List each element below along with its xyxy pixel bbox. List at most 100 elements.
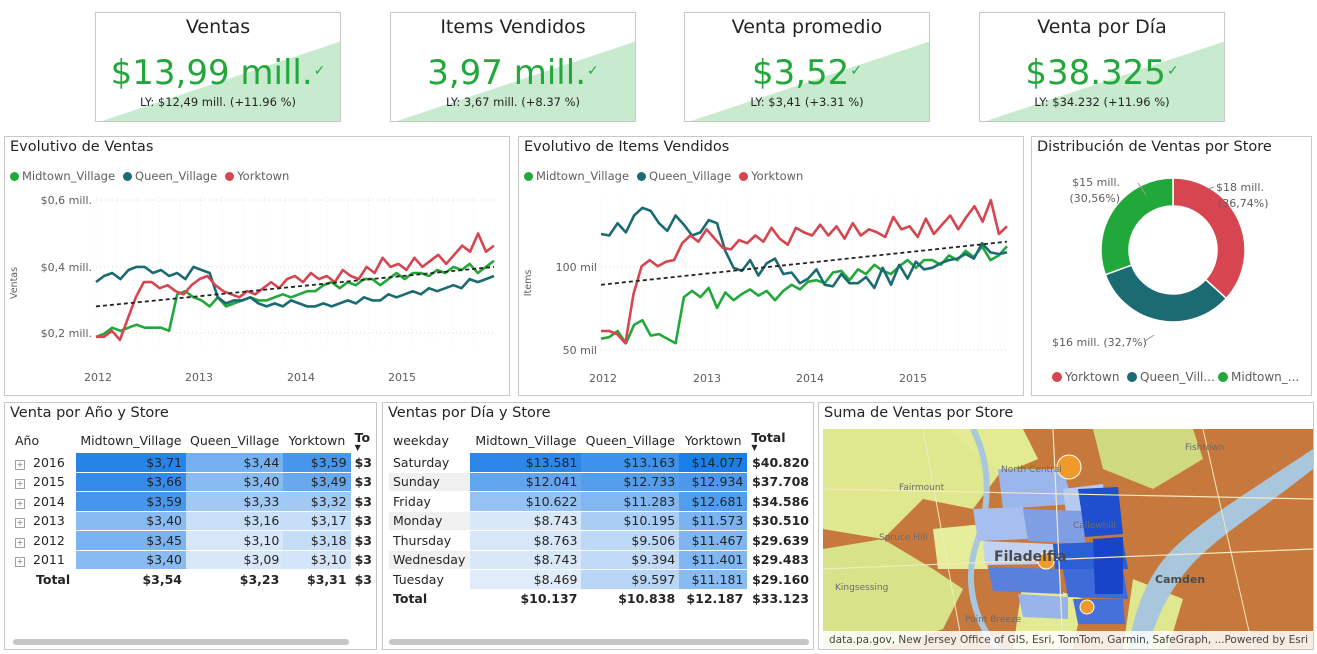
row-label[interactable]: +2013 [11,511,76,531]
total-label: Total [11,569,76,590]
year-store-matrix[interactable]: Venta por Año y Store Año Midtown_Village… [4,402,377,650]
cell-value: $12.733 [581,472,680,492]
row-label[interactable]: Monday [389,511,471,531]
expand-icon[interactable]: + [15,498,25,509]
year-matrix-table: Año Midtown_Village Queen_Village Yorktown T… [11,427,376,590]
matrix-row[interactable]: +2014 $3,59 $3,33 $3,32 $3 [11,491,376,512]
expand-icon[interactable]: + [15,479,25,490]
store-distribution-chart[interactable]: Distribución de Ventas por Store $18 mil… [1031,136,1312,396]
total-value: $10.137 [470,589,582,609]
day-store-matrix[interactable]: Ventas por Día y Store weekday Midtown_Vi… [382,402,814,650]
sales-trend-chart[interactable]: Evolutivo de Ventas Midtown_Village Queen… [4,136,510,396]
row-label[interactable]: +2012 [11,530,76,551]
matrix-row[interactable]: Friday $10.622 $11.283 $12.681 $34.586 [389,491,813,512]
map-label: Kingsessing [835,583,889,593]
sort-desc-icon: ▼ [751,442,758,452]
row-label[interactable]: Thursday [389,530,471,551]
map-canvas[interactable]: North Central Fishtown Fairmount Callowh… [823,429,1313,649]
sales-line-plot: $0,6 mill. $0,4 mill. $0,2 mill. 2012 2013 20… [9,194,495,384]
total-row: Total $3,54 $3,23 $3,31 $3 [11,569,376,590]
cell-value: $29.483 [747,550,813,570]
matrix-row[interactable]: Wednesday $8.743 $9.394 $11.401 $29.483 [389,550,813,570]
row-label[interactable]: Tuesday [389,569,471,590]
items-line-plot: 100 mil 50 mil 2012 2013 2014 2015 Items [523,197,1008,385]
expand-icon[interactable]: + [15,459,25,470]
matrix-row[interactable]: +2015 $3,66 $3,40 $3,49 $3 [11,472,376,492]
row-label[interactable]: +2011 [11,550,76,570]
matrix-row[interactable]: Thursday $8.763 $9.506 $11.467 $29.639 [389,530,813,551]
expand-icon[interactable]: + [15,518,25,529]
row-label[interactable]: Wednesday [389,550,471,570]
row-label[interactable]: +2015 [11,472,76,492]
cell-value: $3 [350,453,376,473]
cell-value: $14.077 [679,453,748,473]
map-label: Spruce Hill [879,533,928,543]
matrix-row[interactable]: Sunday $12.041 $12.733 $12.934 $37.708 [389,472,813,492]
legend-item[interactable]: Queen_Vill... [1140,370,1215,384]
column-header[interactable]: Midtown_Village [470,427,581,453]
cell-value: $8.469 [470,569,582,590]
horizontal-scrollbar[interactable] [389,639,809,645]
donut-data-label: $15 mill. [1072,176,1120,189]
row-label[interactable]: +2016 [11,453,76,473]
matrix-row[interactable]: Tuesday $8.469 $9.597 $11.181 $29.160 [389,569,813,590]
row-label[interactable]: Saturday [389,453,471,473]
cell-value: $3 [350,491,376,512]
cell-value: $8.743 [470,511,582,531]
check-icon: ✓ [850,63,863,79]
cell-value: $3,09 [186,550,284,570]
donut-slice-queen_village[interactable] [1104,264,1228,323]
kpi-card[interactable]: Items Vendidos 3,97 mill.✓ LY: 3,67 mill. … [390,12,636,122]
column-header[interactable]: Midtown_Village [76,427,186,453]
cell-value: $9.394 [581,550,680,570]
matrix-row[interactable]: +2012 $3,45 $3,10 $3,18 $3 [11,530,376,551]
matrix-row[interactable]: +2011 $3,40 $3,09 $3,10 $3 [11,550,376,570]
series-line-yorktown[interactable] [601,198,1008,345]
column-header[interactable]: Total ▼ [747,427,813,453]
y-axis-label: Ventas [9,267,20,299]
expand-icon[interactable]: + [15,557,25,568]
matrix-row[interactable]: Monday $8.743 $10.195 $11.573 $30.510 [389,511,813,531]
expand-icon[interactable]: + [15,537,25,548]
map-attribution: data.pa.gov, New Jersey Office of GIS, E… [823,631,1313,649]
matrix-row[interactable]: +2013 $3,40 $3,16 $3,17 $3 [11,511,376,531]
kpi-title: Venta promedio [731,16,883,38]
check-icon: ✓ [1166,63,1179,79]
legend-item[interactable]: Yorktown [1064,370,1119,384]
cell-value: $9.597 [581,569,680,590]
column-header[interactable]: weekday [389,427,470,453]
total-value: $3,23 [186,569,284,590]
cell-value: $3,40 [75,550,186,570]
legend-dot [1127,372,1137,382]
sales-map[interactable]: Suma de Ventas por Store North Central F… [818,402,1314,650]
column-header[interactable]: Año [11,427,76,453]
matrix-row[interactable]: Saturday $13.581 $13.163 $14.077 $40.820 [389,453,813,473]
matrix-title: Ventas por Día y Store [388,405,551,421]
column-header[interactable]: To ▼ [351,427,376,453]
column-header[interactable]: Yorktown [679,427,747,453]
total-row: Total $10.137 $10.838 $12.187 $33.123 [389,589,813,609]
matrix-row[interactable]: +2016 $3,71 $3,44 $3,59 $3 [11,453,376,473]
cell-value: $29.639 [747,530,813,551]
legend-item[interactable]: Midtown_... [1231,370,1299,384]
row-label[interactable]: +2014 [11,491,76,512]
map-title: Suma de Ventas por Store [824,405,1014,421]
items-trend-chart[interactable]: Evolutivo de Items Vendidos Midtown_Vill… [518,136,1024,396]
kpi-card[interactable]: Venta por Día $38.325✓ LY: $34.232 (+11.96… [979,12,1225,122]
total-value: $3,54 [75,569,186,590]
cell-value: $11.283 [581,491,680,512]
cell-value: $12.041 [470,472,582,492]
horizontal-scrollbar[interactable] [13,639,349,645]
kpi-card[interactable]: Venta promedio $3,52✓ LY: $3,41 (+3.31 %) [684,12,930,122]
row-label[interactable]: Sunday [389,472,471,492]
y-tick-label: $0,6 mill. [41,194,92,207]
kpi-title: Items Vendidos [440,16,586,38]
column-header[interactable]: Queen_Village [186,427,283,453]
column-header[interactable]: Queen_Village [581,427,679,453]
x-tick-label: 2012 [84,371,112,384]
cell-value: $40.820 [747,453,813,473]
total-value: $12.187 [679,589,748,609]
row-label[interactable]: Friday [389,491,471,512]
kpi-card[interactable]: Ventas $13,99 mill.✓ LY: $12,49 mill. (+11… [95,12,341,122]
column-header[interactable]: Yorktown [283,427,350,453]
